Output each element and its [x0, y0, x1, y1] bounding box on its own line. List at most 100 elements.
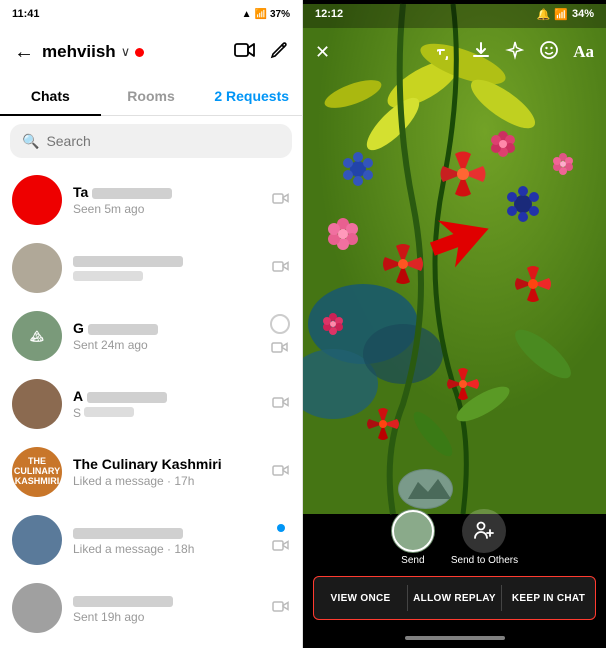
replay-options: VIEW ONCE ALLOW REPLAY KEEP IN CHAT: [313, 576, 596, 620]
chat-name: [73, 592, 261, 608]
chat-item[interactable]: Sent 19h ago: [0, 574, 302, 642]
chat-item[interactable]: Ta Seen 5m ago: [0, 166, 302, 234]
avatar: 🏔: [12, 311, 62, 361]
right-panel: 12:12 🔔 📶 34%: [303, 0, 606, 648]
avatar: THECULINARYKASHMIRI: [12, 447, 62, 497]
tab-chats[interactable]: Chats: [0, 77, 101, 116]
tabs-row: Chats Rooms 2 Requests: [0, 76, 302, 116]
search-input[interactable]: [46, 133, 280, 149]
header-left-left: ← mehviish ∨: [14, 41, 144, 64]
left-panel: 11:41 ▲ 📶 37% ← mehviish ∨: [0, 0, 303, 648]
send-others-icon: [462, 509, 506, 553]
chat-info: G Sent 24m ago: [73, 320, 259, 352]
chat-right: [272, 395, 290, 414]
chat-sub: Seen 5m ago: [73, 202, 261, 216]
chat-sub: Liked a message · 18h: [73, 542, 261, 556]
camera-icon[interactable]: [272, 395, 290, 414]
status-bar-left: 11:41 ▲ 📶 37%: [0, 0, 302, 28]
unread-dot: [277, 524, 285, 532]
chat-item[interactable]: [0, 234, 302, 302]
video-call-icon[interactable]: [234, 42, 256, 63]
chat-info: A S: [73, 388, 261, 420]
chat-sub: Liked a message · 17h: [73, 474, 261, 488]
sparkle-icon[interactable]: [505, 40, 525, 65]
chat-right: [272, 259, 290, 278]
avatar: [12, 175, 62, 225]
circle-outline: [270, 314, 290, 334]
chat-sub: [73, 270, 261, 284]
chat-right: [272, 524, 290, 557]
status-icons-left: ▲ 📶 37%: [242, 9, 290, 20]
chat-name: [73, 252, 261, 268]
chat-name: G: [73, 320, 259, 336]
chat-right: [272, 191, 290, 210]
chat-info: [73, 252, 261, 284]
compose-icon[interactable]: [270, 41, 288, 64]
chat-item[interactable]: A S: [0, 370, 302, 438]
chat-info: Ta Seen 5m ago: [73, 184, 261, 216]
emoji-icon[interactable]: [539, 40, 559, 65]
chat-right: [270, 314, 290, 359]
back-button[interactable]: ←: [14, 41, 34, 64]
online-dot: [135, 48, 144, 57]
chat-item[interactable]: 🏔 G Sent 24m ago: [0, 302, 302, 370]
camera-icon[interactable]: [272, 538, 290, 557]
chat-info: Sent 19h ago: [73, 592, 261, 624]
chat-item[interactable]: Liked a message · 18h: [0, 506, 302, 574]
username-text: mehviish: [42, 42, 116, 62]
status-icons-right: 🔔 📶 34%: [537, 8, 594, 21]
tab-requests[interactable]: 2 Requests: [201, 77, 302, 116]
chat-name: A: [73, 388, 261, 404]
download-icon[interactable]: [471, 40, 491, 65]
header-left: ← mehviish ∨: [0, 28, 302, 76]
story-bottom: Send Send to Others VIEW ONCE AL: [303, 501, 606, 648]
share-item-send[interactable]: Send: [391, 509, 435, 566]
chat-sub: S: [73, 406, 261, 420]
avatar: [12, 583, 62, 633]
search-icon: 🔍: [22, 133, 39, 150]
chat-right: [272, 463, 290, 482]
chat-item[interactable]: THECULINARYKASHMIRI The Culinary Kashmir…: [0, 438, 302, 506]
close-icon[interactable]: ✕: [315, 42, 330, 63]
camera-icon[interactable]: [272, 463, 290, 482]
share-item-others[interactable]: Send to Others: [451, 509, 518, 566]
avatar: [12, 243, 62, 293]
chat-name: [73, 524, 261, 540]
time-left: 11:41: [12, 8, 40, 20]
send-others-label: Send to Others: [451, 555, 518, 566]
camera-icon[interactable]: [272, 259, 290, 278]
home-bar: [405, 636, 505, 640]
story-icons-right: Aa: [437, 40, 594, 65]
view-once-option[interactable]: VIEW ONCE: [314, 577, 407, 619]
share-row: Send Send to Others: [303, 501, 606, 574]
send-label: Send: [401, 555, 424, 566]
avatar: [12, 379, 62, 429]
time-right: 12:12: [315, 8, 343, 20]
tab-rooms[interactable]: Rooms: [101, 77, 202, 116]
chat-sub: Sent 19h ago: [73, 610, 261, 624]
keep-in-chat-option[interactable]: KEEP IN CHAT: [502, 577, 595, 619]
camera-icon[interactable]: [271, 340, 289, 359]
chat-list: Ta Seen 5m ago: [0, 166, 302, 648]
chat-right: [272, 599, 290, 618]
chat-item[interactable]: [0, 642, 302, 648]
story-overlay-bar: ✕: [303, 28, 606, 76]
chat-info: The Culinary Kashmiri Liked a message · …: [73, 456, 261, 488]
camera-icon[interactable]: [272, 191, 290, 210]
chat-sub: Sent 24m ago: [73, 338, 259, 352]
avatar: [12, 515, 62, 565]
search-bar[interactable]: 🔍: [10, 124, 292, 158]
header-right-icons: [234, 41, 288, 64]
chevron-icon[interactable]: ∨: [121, 44, 131, 60]
allow-replay-option[interactable]: ALLOW REPLAY: [408, 577, 501, 619]
chat-info: Liked a message · 18h: [73, 524, 261, 556]
home-indicator: [303, 628, 606, 648]
chat-name: The Culinary Kashmiri: [73, 456, 261, 472]
send-avatar: [391, 509, 435, 553]
loop-icon[interactable]: [437, 40, 457, 65]
aa-text-button[interactable]: Aa: [573, 42, 594, 62]
chat-name: Ta: [73, 184, 261, 200]
username-row: mehviish ∨: [42, 42, 144, 62]
camera-icon[interactable]: [272, 599, 290, 618]
status-bar-right: 12:12 🔔 📶 34%: [303, 0, 606, 28]
